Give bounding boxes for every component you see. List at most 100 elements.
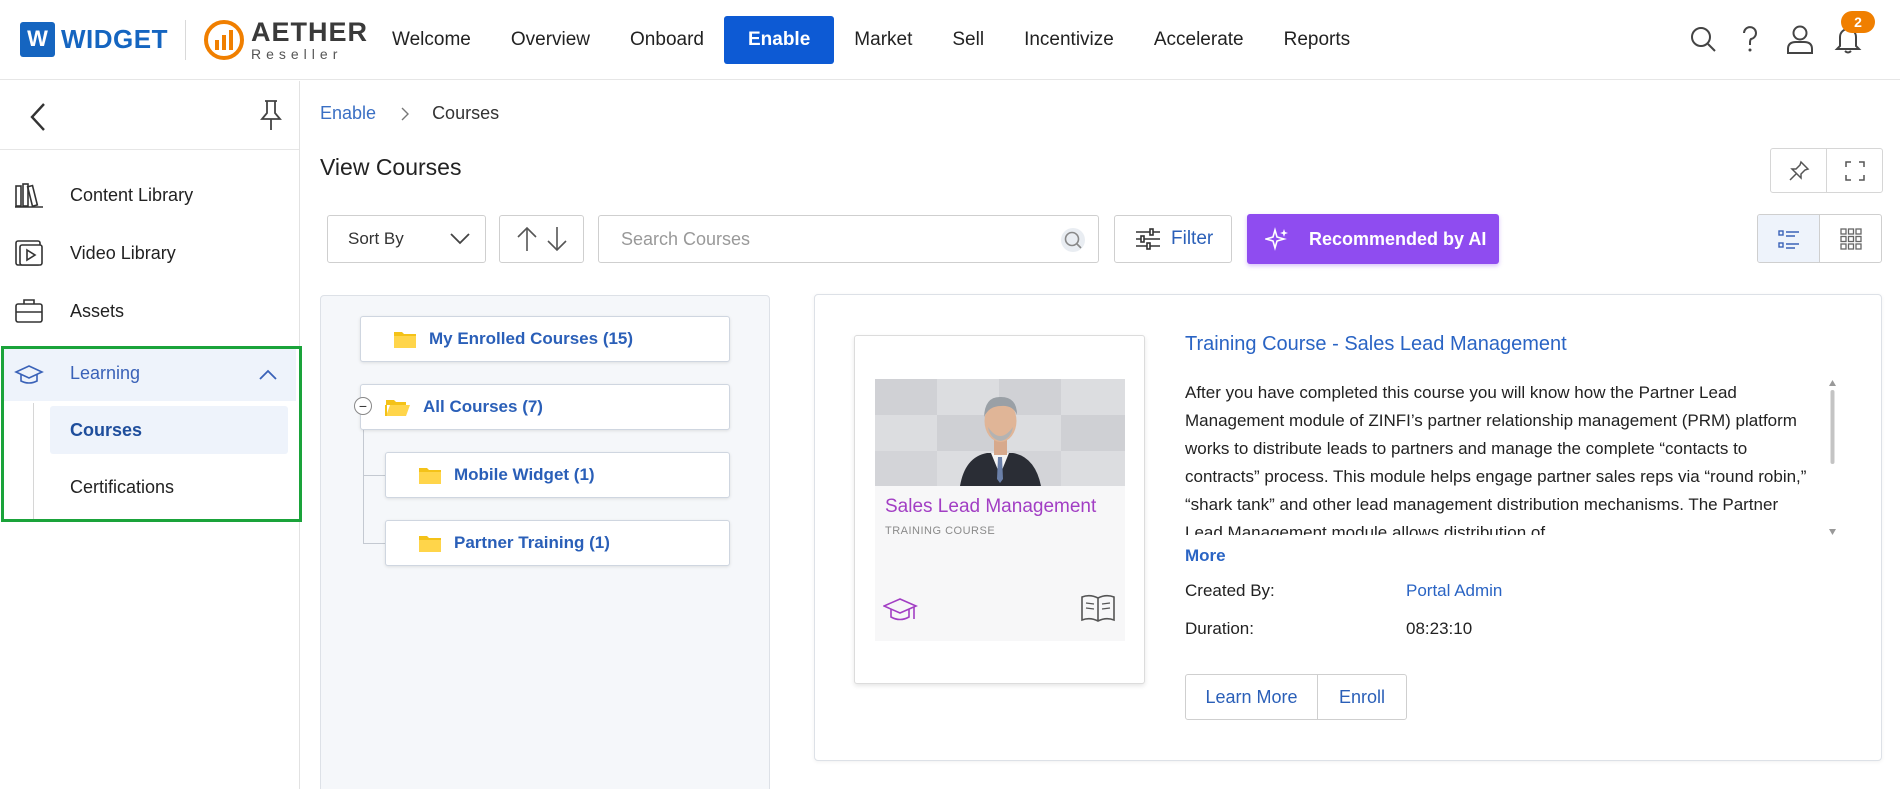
- pin-page-button[interactable]: [1771, 149, 1827, 192]
- page-actions: [1770, 148, 1883, 193]
- video-icon: [15, 240, 43, 266]
- tree-node-partner-training[interactable]: Partner Training (1): [385, 520, 730, 566]
- widget-logo-text: WIDGET: [61, 23, 168, 54]
- widget-logo[interactable]: W WIDGET: [20, 21, 168, 57]
- sparkle-icon: [1265, 227, 1288, 251]
- collapse-toggle-icon[interactable]: −: [354, 397, 372, 415]
- sliders-icon: [1136, 228, 1160, 250]
- sidebar: Content Library Video Library Assets Lea…: [0, 81, 302, 789]
- recommended-by-ai-label: Recommended by AI: [1309, 228, 1487, 249]
- aether-logo-icon: [204, 20, 244, 60]
- sidebar-subitem-courses[interactable]: Courses: [50, 406, 288, 454]
- sidebar-subitem-certifications[interactable]: Certifications: [50, 463, 288, 511]
- tree-connector: [363, 416, 364, 543]
- breadcrumb: Enable Courses: [320, 103, 499, 124]
- course-description: After you have completed this course you…: [1185, 383, 1807, 535]
- nav-onboard[interactable]: Onboard: [610, 16, 724, 64]
- pin-icon[interactable]: [256, 98, 286, 132]
- sidebar-item-label: Content Library: [70, 184, 194, 205]
- course-actions: Learn More Enroll: [1185, 674, 1407, 720]
- tree-node-label: Mobile Widget (1): [454, 465, 595, 484]
- tree-node-label: My Enrolled Courses (15): [429, 329, 634, 348]
- nav-sell[interactable]: Sell: [932, 16, 1004, 64]
- folder-open-icon: [385, 400, 410, 416]
- course-photo: [875, 379, 1125, 486]
- sidebar-item-video-library[interactable]: Video Library: [0, 227, 299, 279]
- sidebar-item-content-library[interactable]: Content Library: [0, 169, 299, 221]
- folder-icon: [394, 332, 416, 348]
- notification-badge: 2: [1841, 11, 1875, 33]
- folder-icon: [419, 468, 441, 484]
- breadcrumb-current: Courses: [432, 103, 500, 123]
- page-title: View Courses: [320, 154, 462, 180]
- sort-order-button[interactable]: [499, 215, 584, 263]
- tree-node-all-courses[interactable]: All Courses (7): [360, 384, 730, 430]
- open-book-icon: [1081, 594, 1115, 622]
- submenu-guide-line: [33, 403, 34, 519]
- list-view-icon: [1777, 229, 1799, 249]
- nav-enable[interactable]: Enable: [723, 16, 835, 64]
- aether-logo-subtitle: Reseller: [251, 46, 343, 62]
- search-courses-field[interactable]: [598, 215, 1099, 263]
- logo-divider: [185, 20, 186, 60]
- user-icon[interactable]: [1783, 22, 1817, 56]
- aether-logo-title: AETHER: [251, 17, 369, 47]
- nav-accelerate[interactable]: Accelerate: [1134, 16, 1264, 64]
- sort-by-label: Sort By: [348, 229, 404, 248]
- nav-market[interactable]: Market: [834, 16, 932, 64]
- description-scrollbar[interactable]: [1828, 380, 1837, 535]
- books-icon: [15, 183, 43, 208]
- widget-logo-mark: W: [20, 21, 55, 57]
- sidebar-item-assets[interactable]: Assets: [0, 285, 299, 337]
- filter-button[interactable]: Filter: [1114, 215, 1232, 263]
- help-icon[interactable]: [1733, 22, 1767, 56]
- learn-more-button[interactable]: Learn More: [1186, 675, 1318, 719]
- tree-node-label: All Courses (7): [423, 397, 543, 416]
- tree-node-my-enrolled-courses[interactable]: My Enrolled Courses (15): [360, 316, 730, 362]
- nav-reports[interactable]: Reports: [1264, 16, 1371, 64]
- fullscreen-button[interactable]: [1827, 149, 1882, 192]
- thumbnail-title: Sales Lead Management: [885, 496, 1097, 517]
- arrow-down-icon: [546, 227, 567, 252]
- filter-label: Filter: [1171, 228, 1214, 249]
- breadcrumb-parent[interactable]: Enable: [320, 103, 376, 124]
- more-link[interactable]: More: [1185, 546, 1226, 566]
- folder-icon: [419, 536, 441, 552]
- sidebar-item-label: Assets: [70, 300, 125, 321]
- search-courses-input[interactable]: [621, 228, 1041, 250]
- top-header: W WIDGET AETHER Reseller Welcome Overvie…: [0, 0, 1900, 80]
- sort-by-dropdown[interactable]: Sort By: [327, 215, 486, 263]
- arrow-up-icon: [516, 226, 537, 251]
- fullscreen-icon: [1844, 160, 1865, 181]
- search-icon[interactable]: [1060, 227, 1086, 253]
- duration-label: Duration:: [1185, 619, 1254, 638]
- nav-overview[interactable]: Overview: [491, 16, 610, 64]
- chevron-right-icon: [401, 107, 410, 120]
- pin-icon: [1788, 160, 1809, 181]
- recommended-by-ai-button[interactable]: Recommended by AI: [1247, 214, 1499, 264]
- sidebar-item-label: Video Library: [70, 242, 176, 263]
- created-by-value[interactable]: Portal Admin: [1406, 581, 1502, 601]
- course-description-scroll[interactable]: After you have completed this course you…: [1185, 379, 1815, 535]
- course-thumbnail[interactable]: Sales Lead Management TRAINING COURSE: [875, 379, 1125, 641]
- graduation-cap-icon: [883, 598, 918, 621]
- chevron-down-icon: [450, 233, 470, 245]
- tree-connector: [363, 475, 385, 476]
- search-icon[interactable]: [1686, 22, 1720, 56]
- enroll-button[interactable]: Enroll: [1318, 675, 1406, 719]
- grid-view-icon: [1839, 227, 1862, 250]
- duration-value: 08:23:10: [1406, 619, 1473, 638]
- thumbnail-subtitle: TRAINING COURSE: [885, 525, 996, 537]
- created-by-label: Created By:: [1185, 581, 1275, 600]
- tree-node-mobile-widget[interactable]: Mobile Widget (1): [385, 452, 730, 498]
- aether-logo[interactable]: AETHER Reseller: [204, 19, 368, 61]
- grid-view-button[interactable]: [1820, 215, 1881, 262]
- tree-connector: [363, 543, 385, 544]
- nav-incentivize[interactable]: Incentivize: [1004, 16, 1134, 64]
- back-arrow-icon[interactable]: [24, 100, 54, 134]
- list-view-button[interactable]: [1758, 215, 1820, 262]
- course-title-link[interactable]: Training Course - Sales Lead Management: [1185, 333, 1567, 356]
- nav-welcome[interactable]: Welcome: [372, 16, 491, 64]
- briefcase-icon: [15, 299, 43, 323]
- tree-node-label: Partner Training (1): [454, 533, 610, 552]
